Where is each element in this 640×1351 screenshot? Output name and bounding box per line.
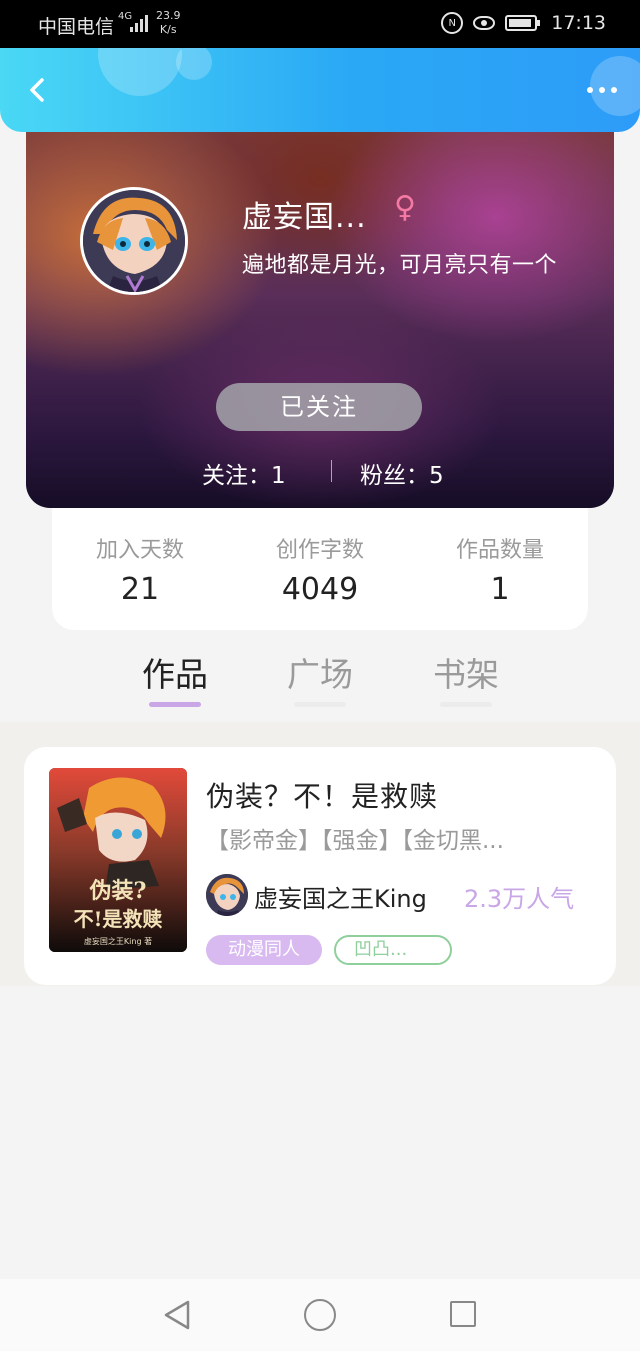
tab-square[interactable]: 广场 (270, 648, 370, 696)
work-title[interactable]: 伪装？不！是救赎 (206, 775, 438, 815)
carrier-name: 中国电信 (38, 16, 115, 38)
book-cover-image: 伪装? 不!是救赎 虚妄国之王King 著 (49, 768, 187, 952)
tab-active-indicator (149, 702, 201, 707)
stat-value: 21 (120, 572, 160, 607)
speed-value: 23.9 (156, 9, 181, 22)
follow-counts: 关注：1 粉丝：5 (26, 454, 614, 490)
tab-bar: 作品 广场 书架 (0, 636, 640, 722)
stat-word-count: 创作字数 4049 (240, 532, 400, 607)
back-button[interactable] (18, 70, 58, 110)
speed-unit: K/s (159, 23, 177, 36)
stat-works-count: 作品数量 1 (420, 532, 580, 607)
tab-bookshelf[interactable]: 书架 (416, 648, 516, 696)
nickname: 虚妄国... (242, 200, 367, 235)
system-nav-bar (0, 1279, 640, 1351)
clock: 17:13 (551, 12, 606, 34)
category-chip[interactable]: 动漫同人 (206, 935, 322, 965)
stats-card: 加入天数 21 创作字数 4049 作品数量 1 (52, 506, 588, 630)
stat-value: 1 (490, 572, 510, 607)
avatar[interactable] (80, 187, 188, 295)
battery-icon (505, 15, 541, 31)
top-header (0, 48, 640, 132)
bio: 遍地都是月光，可月亮只有一个 (242, 253, 558, 278)
work-tags: 【影帝金】【强金】【金切黑... (206, 828, 504, 854)
cover-author-line: 虚妄国之王King 著 (84, 936, 152, 946)
cover-title-line1: 伪装? (89, 878, 147, 904)
following-count[interactable]: 关注：1 (202, 456, 286, 490)
more-dot (611, 87, 617, 93)
female-gender-icon: ♀ (394, 190, 416, 225)
more-dot (599, 87, 605, 93)
stat-label: 加入天数 (95, 538, 184, 563)
triangle-back-icon (164, 1300, 190, 1330)
followed-button[interactable]: 已关注 (216, 383, 422, 431)
circle-home-icon[interactable] (304, 1299, 336, 1331)
eye-comfort-icon (473, 16, 496, 30)
more-dot (587, 87, 593, 93)
network-speed: 23.9 K/s (156, 9, 181, 37)
work-card[interactable]: 伪装? 不!是救赎 虚妄国之王King 著 伪装？不！是救赎 【影帝金】【强金】… (24, 747, 616, 985)
nfc-label: N (448, 17, 456, 29)
tab-indicator (294, 702, 346, 707)
stat-value: 4049 (281, 572, 359, 607)
decor-bubble (98, 48, 182, 96)
tag-chip[interactable]: 凹凸... (334, 935, 452, 965)
avatar-image (83, 190, 185, 292)
tab-works[interactable]: 作品 (125, 648, 225, 696)
stat-join-days: 加入天数 21 (60, 532, 220, 607)
fans-count[interactable]: 粉丝：5 (360, 456, 444, 490)
book-cover[interactable]: 伪装? 不!是救赎 虚妄国之王King 著 (49, 768, 187, 952)
profile-card: 虚妄国... ♀ 遍地都是月光，可月亮只有一个 已关注 关注：1 粉丝：5 (26, 120, 614, 508)
more-button[interactable] (582, 78, 622, 102)
stat-label: 创作字数 (275, 538, 364, 563)
nfc-icon: N (441, 12, 464, 34)
popularity-count: 2.3万人气 (464, 885, 575, 913)
status-bar: 中国电信 4G 23.9 K/s N 17:13 (0, 0, 640, 48)
stat-label: 作品数量 (455, 538, 544, 563)
divider (331, 460, 332, 482)
author-avatar[interactable] (206, 874, 248, 916)
square-recent-icon[interactable] (450, 1301, 476, 1327)
decor-bubble (176, 48, 212, 80)
nav-back-button[interactable] (160, 1297, 196, 1333)
cover-title-line2: 不!是救赎 (74, 907, 163, 931)
author-avatar-image (206, 874, 248, 916)
signal-icon (130, 14, 150, 32)
tab-indicator (440, 702, 492, 707)
author-name[interactable]: 虚妄国之王King (254, 879, 427, 914)
chevron-left-icon (30, 78, 44, 102)
